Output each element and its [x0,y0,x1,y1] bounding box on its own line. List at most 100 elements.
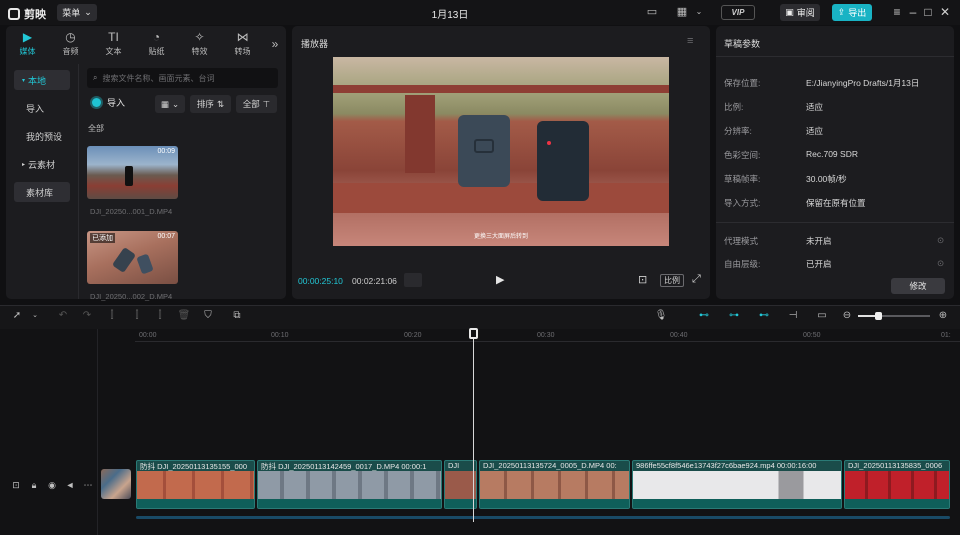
caption-icon[interactable]: ▭ [815,309,829,323]
auto-snap-icon[interactable]: ⊶ [725,309,743,323]
modify-button[interactable]: 修改 [891,278,945,294]
tab-media[interactable]: ▶ 媒体 [6,26,49,62]
timeline-clip[interactable]: DJI_20250113135835_0006 [844,460,950,509]
info-icon[interactable]: ⊙ [937,258,944,269]
screenshot-icon[interactable]: ⧉ [230,309,244,323]
zoom-in-icon[interactable]: ⊕ [936,309,950,323]
speaker-icon[interactable]: ◄ [64,480,76,490]
prop-label: 分辨率: [724,126,752,136]
transition-icon: ⋈ [236,30,249,44]
redo-icon[interactable]: ↷ [80,309,94,323]
prop-value: 未开启 [806,236,832,246]
minimize-icon[interactable]: – [906,5,920,19]
media-thumbnail-1[interactable]: 00:09 [87,146,178,199]
maximize-icon[interactable]: □ [921,5,935,19]
divider [78,64,79,299]
search-input[interactable]: ⌕ 搜索文件名称、画面元素、台词 [87,68,278,88]
media-thumbnail-2[interactable]: 已添加 00:07 [87,231,178,284]
menu-button[interactable]: 菜单 ⌄ [57,4,97,21]
ruler-tick: 01: [941,332,951,339]
marker-icon[interactable]: ⛉ [201,309,215,323]
tab-label: 音频 [62,47,79,56]
timeline-ruler[interactable]: 00:00 00:10 00:20 00:30 00:40 00:50 01: [135,330,960,342]
window-title: 1月13日 [431,10,469,21]
timecode-toggle-icon[interactable] [404,273,422,287]
sidebar-item-import[interactable]: 导入 [14,98,70,118]
track-cover-thumbnail[interactable] [101,469,131,499]
timeline-clip[interactable]: 防抖 DJI_20250113135155_000 [136,460,255,509]
delete-icon[interactable]: 🗑 [177,309,191,323]
vip-badge[interactable]: VIP [721,5,755,20]
grid-view-icon: ▦ [160,98,169,109]
prop-row-resolution: 分辨率: 适应 [724,125,948,137]
more-icon[interactable]: ⋯ [82,480,94,491]
import-button[interactable]: 导入 [92,96,125,109]
fullscreen-icon[interactable]: ⤢ [692,273,701,286]
select-cursor-icon[interactable]: ➚ [10,309,24,323]
sidebar-item-local[interactable]: ▾ 本地 [14,70,70,90]
microphone-icon[interactable]: 🎙 [654,309,668,323]
timeline-clip[interactable]: 986ffe55cf8f546e13743f27c6bae924.mp4 00:… [632,460,842,509]
ratio-button[interactable]: 比例 [660,274,684,287]
zoom-slider-handle[interactable] [875,312,882,320]
tabs-more-button[interactable]: » [264,26,286,62]
play-button-icon[interactable]: ▶ [496,273,504,286]
lock-icon[interactable]: 🔒︎ [28,480,40,491]
split-left-icon[interactable]: ⫿ [130,309,144,323]
menu-label: 菜单 [62,8,81,18]
prop-value: 保留在原有位置 [806,198,866,208]
filter-button[interactable]: 全部 ⊤ [236,95,277,113]
info-icon[interactable]: ⊙ [937,235,944,246]
sidebar-item-library[interactable]: 素材库 [14,182,70,202]
split-right-icon[interactable]: ⫿ [153,309,167,323]
player-menu-icon[interactable]: ≡ [687,35,693,47]
tab-label: 转场 [234,47,251,56]
split-icon[interactable]: ⫿ [105,309,119,323]
sidebar-item-presets[interactable]: 我的预设 [14,126,70,146]
added-badge: 已添加 [90,233,115,243]
view-mode-button[interactable]: ▦ ⌄ [155,95,185,113]
layout-icon[interactable]: ▦ [675,5,689,19]
caret-right-icon: ▸ [22,161,26,168]
chevron-down-icon[interactable]: ⌄ [28,309,42,323]
playhead[interactable] [473,330,474,522]
menu-lines-icon[interactable]: ≡ [890,5,904,19]
clip-duration: 00:07 [157,233,175,240]
prop-row-import-mode: 导入方式: 保留在原有位置 [724,197,948,209]
railing-shape [333,183,669,213]
undo-icon[interactable]: ↶ [56,309,70,323]
export-button[interactable]: ⇪ 导出 [832,4,872,21]
eye-icon[interactable]: ◉ [46,480,58,491]
preview-axis-icon[interactable]: ⊣ [786,309,800,323]
close-icon[interactable]: ✕ [938,5,952,19]
timeline-clip[interactable]: 防抖 DJI_20250113142459_0017_D.MP4 00:00:1 [257,460,442,509]
track-cover-icon[interactable]: ⊡ [10,480,22,491]
tab-text[interactable]: TI 文本 [92,26,135,62]
prop-row-free-layer: 自由层级: 已开启 ⊙ [724,258,948,270]
chevron-down-icon[interactable]: ⌄ [692,5,706,19]
link-main-track-icon[interactable]: ⊷ [695,309,713,323]
tab-transition[interactable]: ⋈ 转场 [221,26,264,62]
video-preview[interactable]: 更换三大面屏后转到 [333,57,669,246]
review-button[interactable]: ▣ 审阅 [780,4,820,21]
playhead-handle[interactable] [469,328,478,339]
player-header: 播放器 [301,39,329,49]
clip-label: 986ffe55cf8f546e13743f27c6bae924.mp4 00:… [636,461,817,470]
prop-label: 保存位置: [724,78,761,88]
tab-sticker[interactable]: ◔ 贴纸 [135,26,178,62]
sort-button[interactable]: 排序 ⇅ [190,95,231,113]
timeline-scrollbar[interactable] [136,516,950,519]
shortcut-icon[interactable]: ▭ [645,5,659,19]
video-subtitle: 更换三大面屏后转到 [473,234,528,240]
fit-screen-icon[interactable]: ⊡ [638,273,647,286]
prop-value: E:/JianyingPro Drafts/1月13日 [806,78,920,88]
linkage-icon[interactable]: ⊷ [755,309,773,323]
zoom-out-icon[interactable]: ⊖ [840,309,854,323]
tab-audio[interactable]: ◷ 音频 [49,26,92,62]
tab-effects[interactable]: ✧ 特效 [178,26,221,62]
import-radio-icon [92,98,101,107]
zoom-slider[interactable] [858,312,930,320]
audio-waveform [845,499,949,508]
timeline-clip[interactable]: DJI_20250113135724_0005_D.MP4 00: [479,460,630,509]
sidebar-item-cloud[interactable]: ▸ 云素材 [14,154,70,174]
